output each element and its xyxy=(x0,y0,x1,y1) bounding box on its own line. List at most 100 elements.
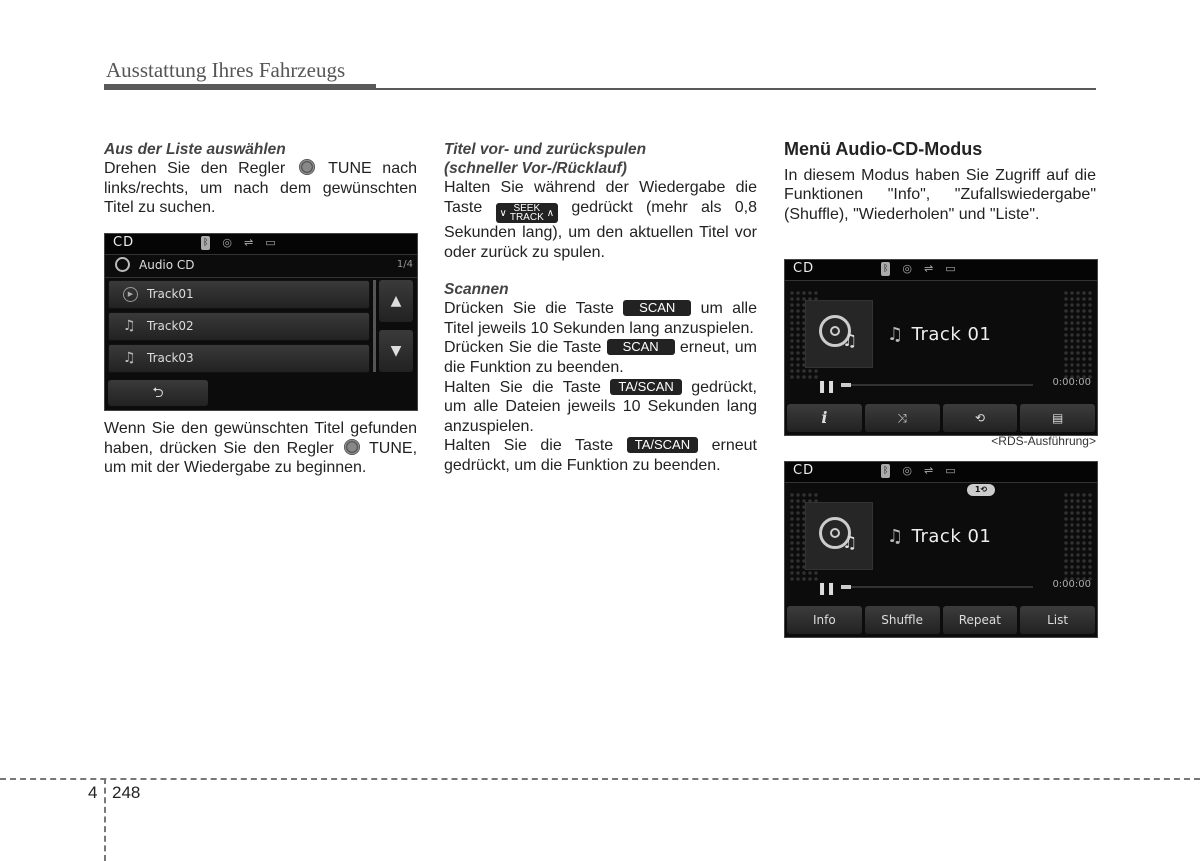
equalizer-dots-right xyxy=(1063,492,1093,582)
text: Drücken Sie die Taste xyxy=(444,339,602,357)
progress-bar[interactable] xyxy=(841,383,1033,387)
repeat-button[interactable]: Repeat xyxy=(942,606,1018,634)
scan-key: SCAN xyxy=(606,339,675,356)
music-note-icon: ♫ xyxy=(123,350,136,366)
music-note-icon: ♫ xyxy=(842,331,858,351)
paragraph-seek: Halten Sie während der Wiedergabe die Ta… xyxy=(444,178,757,262)
subheading-scan: Scannen xyxy=(444,281,509,299)
play-icon: ▶ xyxy=(123,287,138,302)
repeat-one-badge: 1⟲ xyxy=(967,484,995,496)
scroll-up-button[interactable]: ▲ xyxy=(379,280,413,322)
text: Halten Sie die Taste xyxy=(444,437,614,455)
text: (schneller Vor-/Rücklauf) xyxy=(444,160,627,177)
paragraph-scan-1: Drücken Sie die Taste SCAN um alle Titel… xyxy=(444,299,757,338)
column-3: Menü Audio-CD-Modus In diesem Modus habe… xyxy=(784,139,1096,224)
aux-icon: ▭ xyxy=(265,236,276,249)
back-button[interactable]: ⮌ xyxy=(108,380,208,406)
status-bar: CD ᛒ ◎ ⇌ ▭ xyxy=(105,234,417,255)
tascan-key: TA/SCAN xyxy=(610,378,682,395)
mode-label: CD xyxy=(793,463,815,478)
cd-player-screen-rds: CD ᛒ ◎ ⇌ ▭ ♫ ♫ Track 01 ❚❚ 0:00:00 i ⤨ ⟲ … xyxy=(784,259,1098,436)
pause-icon[interactable]: ❚❚ xyxy=(817,581,836,595)
list-title: Audio CD xyxy=(139,258,195,272)
bluetooth-icon: ᛒ xyxy=(881,262,891,276)
bluetooth-icon: ᛒ xyxy=(881,464,891,478)
info-button[interactable]: i xyxy=(787,404,862,432)
paragraph-menu: In diesem Modus haben Sie Zugriff auf di… xyxy=(784,166,1096,223)
text: gedrückt (mehr als 0,8 Sekunden lang), u… xyxy=(444,198,757,261)
track-list-item[interactable]: ♫ Track02 xyxy=(108,312,370,341)
track-list-item[interactable]: ▶ Track01 xyxy=(108,280,370,309)
disc-icon: ◎ xyxy=(902,262,913,275)
list-button[interactable]: List xyxy=(1020,606,1095,634)
track-label: Track03 xyxy=(147,351,194,365)
subheading-fast-forward: Titel vor- und zurückspulen (schneller V… xyxy=(444,140,757,178)
cd-player-screen: CD ᛒ ◎ ⇌ ▭ 1⟲ ♫ ♫ Track 01 ❚❚ 0:00:00 Inf… xyxy=(784,461,1098,638)
control-bar: Info Shuffle Repeat List xyxy=(787,606,1095,634)
paragraph-tascan-1: Halten Sie die Taste TA/SCAN gedrückt, u… xyxy=(444,378,757,437)
aux-icon: ▭ xyxy=(945,262,956,275)
tascan-key: TA/SCAN xyxy=(626,437,699,454)
aux-icon: ▭ xyxy=(945,464,956,477)
disc-icon: ◎ xyxy=(222,236,233,249)
header-bar xyxy=(104,84,376,90)
cd-icon xyxy=(115,257,130,272)
column-1-lower: Wenn Sie den gewünschten Titel gefunden … xyxy=(104,419,417,478)
scroll-down-button[interactable]: ▼ xyxy=(379,330,413,372)
footer-rule xyxy=(0,778,1200,780)
page-number: 248 xyxy=(112,783,141,802)
tune-knob-icon xyxy=(298,159,315,175)
paragraph-tune-play: Wenn Sie den gewünschten Titel gefunden … xyxy=(104,419,417,478)
list-header: Audio CD 1/4 xyxy=(105,255,417,278)
subheading-list-select: Aus der Liste auswählen xyxy=(104,141,286,158)
text: Track 01 xyxy=(911,526,992,547)
chapter-number: 4 xyxy=(88,783,98,802)
album-art: ♫ xyxy=(805,502,873,570)
cd-list-screen: CD ᛒ ◎ ⇌ ▭ Audio CD 1/4 ▶ Track01 ♫ Trac… xyxy=(104,233,418,411)
shuffle-button[interactable]: ⤨ xyxy=(864,404,940,432)
usb-icon: ⇌ xyxy=(924,262,934,275)
music-note-icon: ♫ xyxy=(123,318,136,334)
progress-bar[interactable] xyxy=(841,585,1033,589)
music-note-icon: ♫ xyxy=(887,526,904,547)
text: TRACK xyxy=(509,212,544,224)
track-list-item[interactable]: ♫ Track03 xyxy=(108,344,370,373)
track-label: Track01 xyxy=(147,287,194,301)
text: Track 01 xyxy=(911,324,992,345)
column-1: Aus der Liste auswählen Drehen Sie den R… xyxy=(104,140,417,218)
music-note-icon: ♫ xyxy=(887,324,904,345)
shuffle-button[interactable]: Shuffle xyxy=(864,606,940,634)
header-rule xyxy=(376,88,1096,90)
seek-track-key: ∨ SEEK TRACK ∧ xyxy=(495,203,559,224)
progress-fill xyxy=(841,585,851,589)
scan-key: SCAN xyxy=(623,300,692,317)
mode-label: CD xyxy=(113,235,135,250)
pause-icon[interactable]: ❚❚ xyxy=(817,379,836,393)
equalizer-dots-right xyxy=(1063,290,1093,380)
control-bar: i ⤨ ⟲ ▤ xyxy=(787,404,1095,432)
status-bar: CD ᛒ ◎ ⇌ ▭ xyxy=(785,260,1097,281)
text: Drehen Sie den Regler xyxy=(104,160,286,177)
paragraph-tascan-2: Halten Sie die Taste TA/SCAN erneut gedr… xyxy=(444,436,757,475)
list-button[interactable]: ▤ xyxy=(1020,404,1095,432)
scrollbar[interactable] xyxy=(373,280,376,372)
text: Drücken Sie die Taste xyxy=(444,300,614,318)
column-2: Titel vor- und zurückspulen (schneller V… xyxy=(444,140,757,476)
track-title: ♫ Track 01 xyxy=(887,324,991,345)
page-header-title: Ausstattung Ihres Fahrzeugs xyxy=(106,58,346,82)
progress-fill xyxy=(841,383,851,387)
elapsed-time: 0:00:00 xyxy=(1052,377,1091,388)
tune-knob-icon xyxy=(343,438,360,455)
footer-vertical-rule xyxy=(104,778,106,861)
mode-label: CD xyxy=(793,261,815,276)
elapsed-time: 0:00:00 xyxy=(1052,579,1091,590)
paragraph-scan-2: Drücken Sie die Taste SCAN erneut, um di… xyxy=(444,338,757,377)
chevron-down-icon: ∨ xyxy=(499,207,507,219)
chevron-up-icon: ∧ xyxy=(546,207,555,219)
repeat-button[interactable]: ⟲ xyxy=(942,404,1018,432)
usb-icon: ⇌ xyxy=(924,464,934,477)
info-button[interactable]: Info xyxy=(787,606,862,634)
text: Titel vor- und zurückspulen xyxy=(444,141,647,158)
text: Halten Sie die Taste xyxy=(444,378,601,396)
track-label: Track02 xyxy=(147,319,194,333)
